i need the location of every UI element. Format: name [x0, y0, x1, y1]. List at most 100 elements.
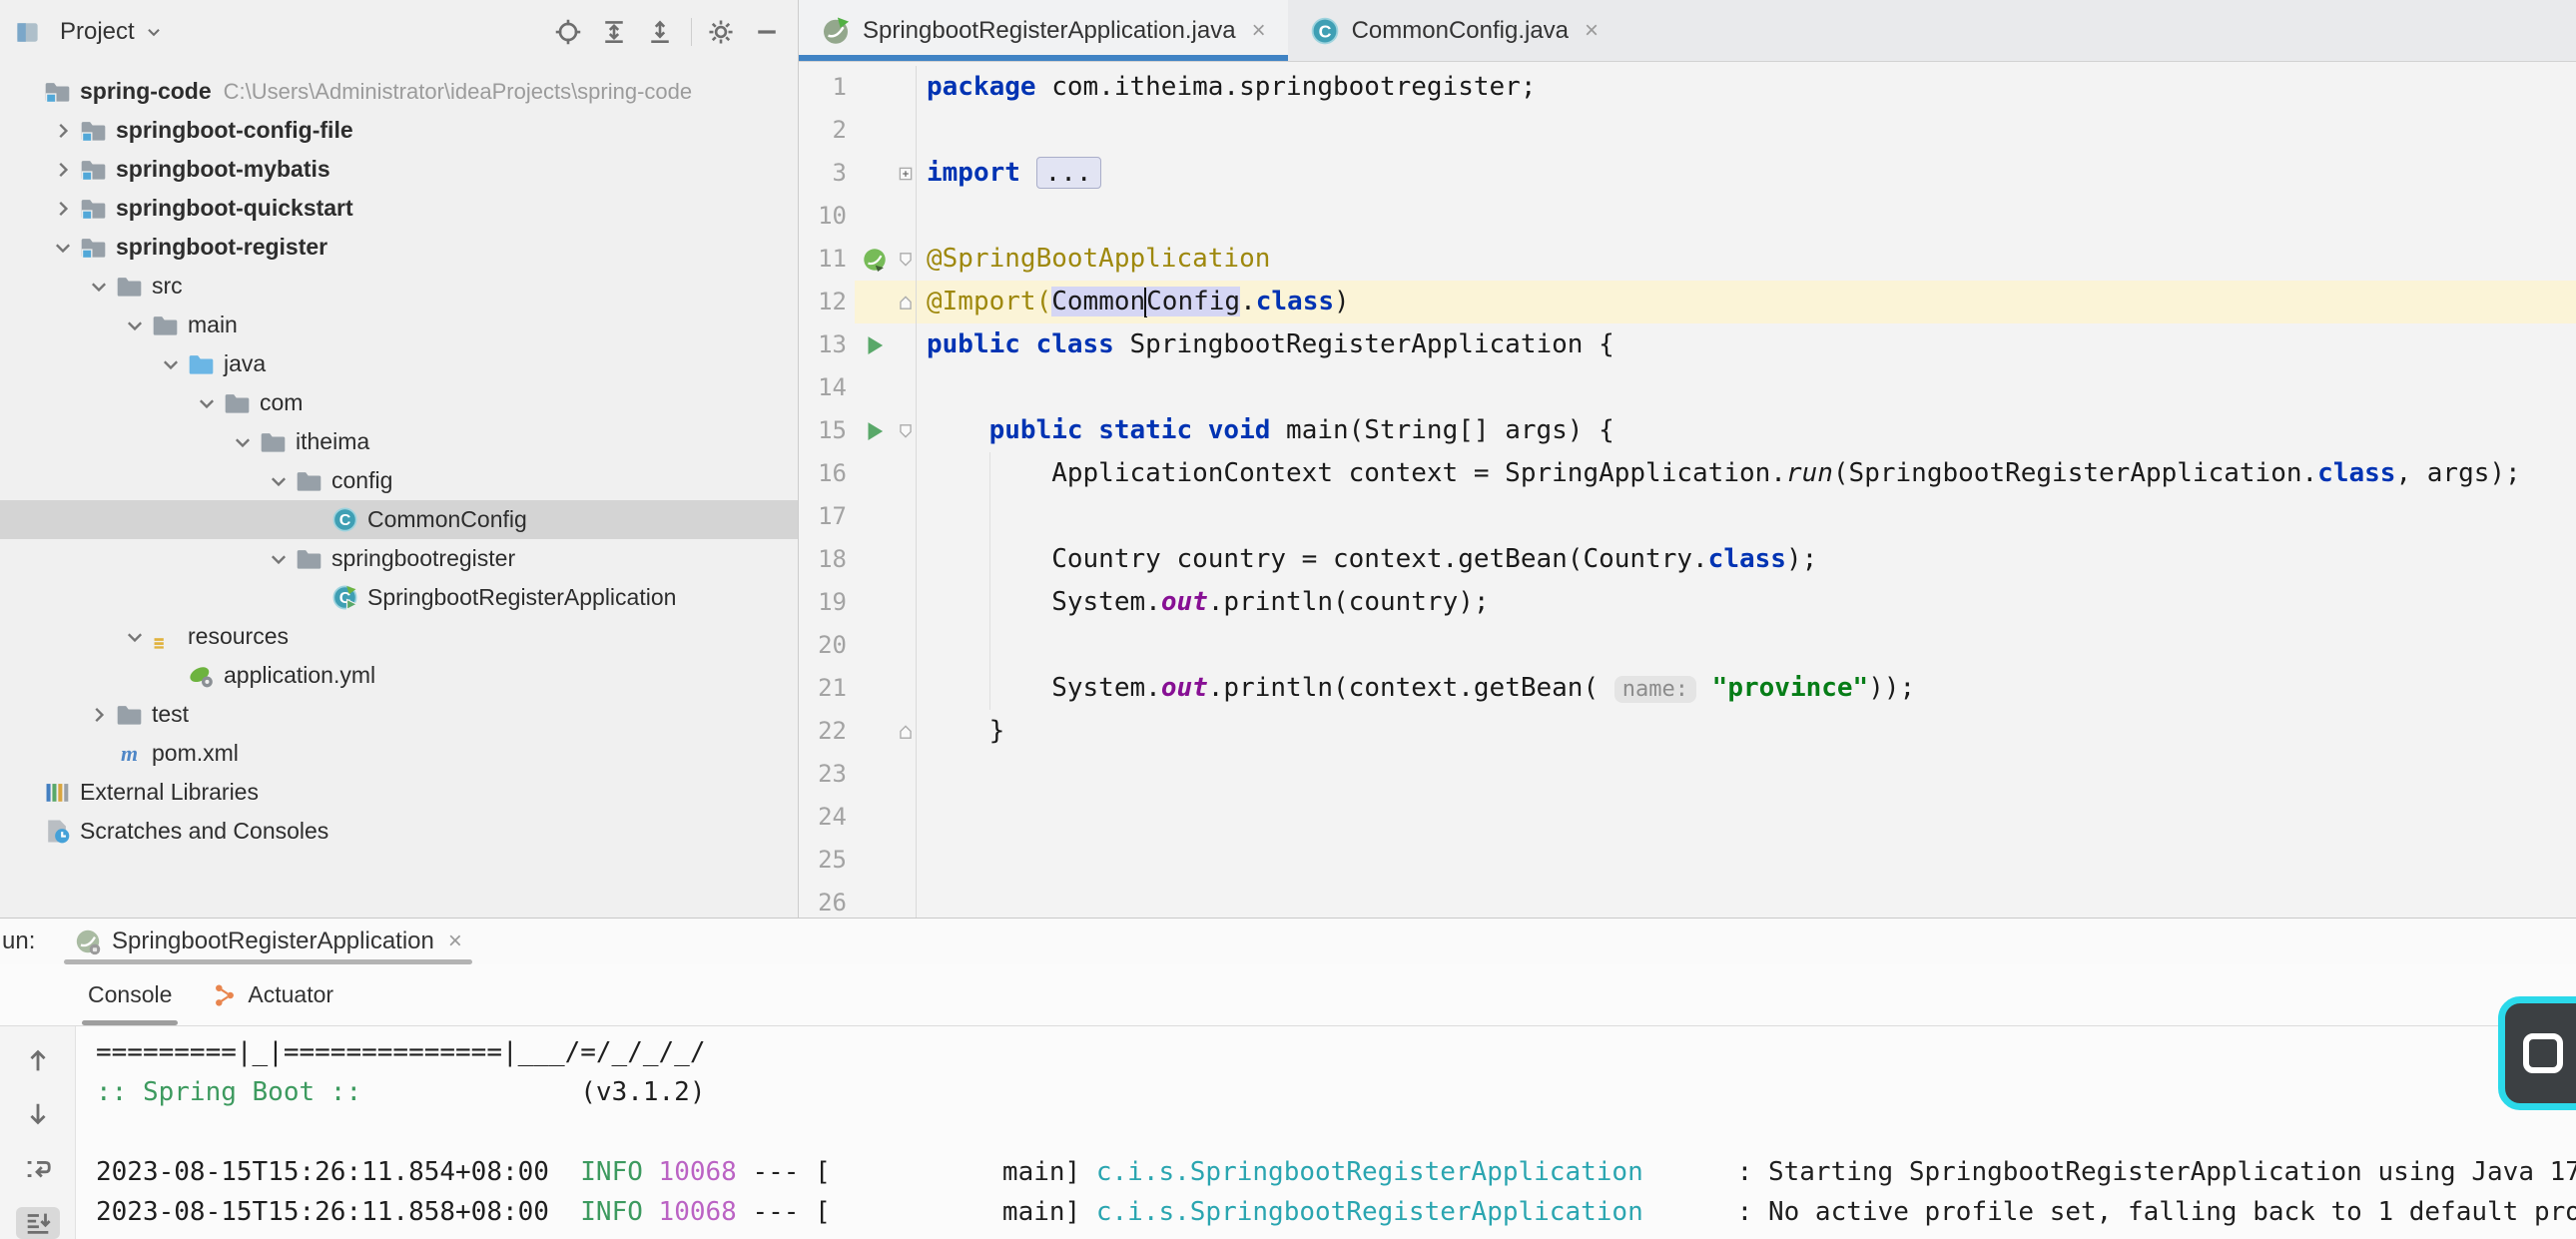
code-line-22[interactable]: 22 }	[799, 710, 2576, 753]
editor-area: SpringbootRegisterApplication.java×CComm…	[799, 0, 2576, 918]
code-line-12[interactable]: 12@Import(CommonConfig.class)	[799, 281, 2576, 323]
soft-wrap-icon[interactable]	[16, 1153, 60, 1185]
fold-marker-icon[interactable]	[895, 281, 917, 323]
fold-marker-icon[interactable]	[895, 152, 917, 195]
maven-icon: m	[114, 740, 144, 767]
tree-item-scratches-and-consoles[interactable]: Scratches and Consoles	[0, 812, 798, 851]
tree-item-springboot-quickstart[interactable]: springboot-quickstart	[0, 189, 798, 228]
tree-item-config[interactable]: config	[0, 461, 798, 500]
chevron-down-icon[interactable]	[84, 276, 114, 298]
editor-tab-commonconfig-java[interactable]: CCommonConfig.java×	[1288, 0, 1620, 61]
project-view-switcher[interactable]: Project	[12, 18, 163, 46]
tree-item-test[interactable]: test	[0, 695, 798, 734]
close-icon[interactable]: ×	[1581, 17, 1599, 45]
tab-actuator[interactable]: Actuator	[212, 964, 333, 1025]
code-line-10[interactable]: 10	[799, 195, 2576, 238]
chevron-down-icon[interactable]	[228, 431, 258, 453]
code-line-25[interactable]: 25	[799, 839, 2576, 882]
fold-strip	[895, 882, 917, 918]
code-line-21[interactable]: 21 System.out.println(context.getBean( n…	[799, 667, 2576, 710]
screen-overlay-button[interactable]	[2498, 996, 2576, 1110]
code-line-1[interactable]: 1package com.itheima.springbootregister;	[799, 66, 2576, 109]
chevron-right-icon[interactable]	[48, 159, 78, 181]
tree-item-springboot-register[interactable]: springboot-register	[0, 228, 798, 267]
spring-bean-icon[interactable]	[855, 238, 895, 281]
tree-item-itheima[interactable]: itheima	[0, 422, 798, 461]
chevron-down-icon[interactable]	[120, 626, 150, 648]
line-number: 2	[799, 109, 855, 152]
tree-item-main[interactable]: main	[0, 306, 798, 344]
chevron-right-icon[interactable]	[48, 198, 78, 220]
chevron-right-icon[interactable]	[48, 120, 78, 142]
code-line-14[interactable]: 14	[799, 366, 2576, 409]
chevron-down-icon[interactable]	[264, 548, 294, 570]
run-button-icon[interactable]	[855, 323, 895, 366]
fold-marker-icon[interactable]	[895, 409, 917, 452]
close-icon[interactable]: ×	[1248, 17, 1266, 45]
select-opened-file-icon[interactable]	[551, 15, 585, 49]
run-button-icon[interactable]	[855, 409, 895, 452]
down-arrow-icon[interactable]	[16, 1098, 60, 1130]
chevron-down-icon[interactable]	[192, 392, 222, 414]
editor-tab-springbootregisterapplication-java[interactable]: SpringbootRegisterApplication.java×	[799, 0, 1288, 61]
chevron-down-icon[interactable]	[120, 314, 150, 336]
code-line-24[interactable]: 24	[799, 796, 2576, 839]
code-line-2[interactable]: 2	[799, 109, 2576, 152]
gutter-spacer	[855, 538, 895, 581]
settings-gear-icon[interactable]	[704, 15, 738, 49]
collapse-all-icon[interactable]	[643, 15, 677, 49]
fold-marker-icon[interactable]	[895, 238, 917, 281]
tree-item-springbootregisterapplication[interactable]: CSpringbootRegisterApplication	[0, 578, 798, 617]
chevron-down-icon[interactable]	[48, 237, 78, 259]
tree-item-application-yml[interactable]: application.yml	[0, 656, 798, 695]
run-panel-content: =========|_|==============|___/=/_/_/_/:…	[0, 1026, 2576, 1239]
tab-console[interactable]: Console	[88, 964, 172, 1025]
code-text: ApplicationContext context = SpringAppli…	[917, 452, 2521, 495]
scroll-to-end-icon[interactable]	[16, 1207, 60, 1239]
up-arrow-icon[interactable]	[16, 1044, 60, 1076]
gutter-spacer	[855, 109, 895, 152]
chevron-right-icon[interactable]	[84, 704, 114, 726]
fold-strip	[895, 538, 917, 581]
code-line-26[interactable]: 26	[799, 882, 2576, 918]
code-line-20[interactable]: 20	[799, 624, 2576, 667]
code-line-23[interactable]: 23	[799, 753, 2576, 796]
tree-item-springboot-mybatis[interactable]: springboot-mybatis	[0, 150, 798, 189]
line-number: 16	[799, 452, 855, 495]
tree-item-resources[interactable]: path d="M1 4q0-1 1-1h4l1.5 2H14q1 0 1 1v…	[0, 617, 798, 656]
code-line-16[interactable]: 16 ApplicationContext context = SpringAp…	[799, 452, 2576, 495]
tree-item-com[interactable]: com	[0, 383, 798, 422]
line-number: 13	[799, 323, 855, 366]
gutter-spacer	[855, 366, 895, 409]
tree-item-spring-code[interactable]: spring-codeC:\Users\Administrator\ideaPr…	[0, 72, 798, 111]
tree-item-src[interactable]: src	[0, 267, 798, 306]
tree-item-label: springboot-register	[116, 234, 327, 261]
tree-item-java[interactable]: java	[0, 344, 798, 383]
tree-item-springboot-config-file[interactable]: springboot-config-file	[0, 111, 798, 150]
line-number: 19	[799, 581, 855, 624]
hide-panel-icon[interactable]	[750, 15, 784, 49]
fold-marker-icon[interactable]	[895, 710, 917, 753]
fold-strip	[895, 495, 917, 538]
code-line-3[interactable]: 3import ...	[799, 152, 2576, 195]
close-icon[interactable]: ×	[444, 928, 462, 955]
code-line-15[interactable]: 15 public static void main(String[] args…	[799, 409, 2576, 452]
code-line-13[interactable]: 13public class SpringbootRegisterApplica…	[799, 323, 2576, 366]
tree-item-pom-xml[interactable]: mpom.xml	[0, 734, 798, 773]
code-line-19[interactable]: 19 System.out.println(country);	[799, 581, 2576, 624]
chevron-down-icon[interactable]	[156, 353, 186, 375]
folder-resources-icon: path d="M1 4q0-1 1-1h4l1.5 2H14q1 0 1 1v…	[150, 623, 180, 650]
code-line-11[interactable]: 11@SpringBootApplication	[799, 238, 2576, 281]
chevron-down-icon[interactable]	[264, 470, 294, 492]
tree-item-commonconfig[interactable]: CCommonConfig	[0, 500, 798, 539]
tree-item-springbootregister[interactable]: springbootregister	[0, 539, 798, 578]
expand-all-icon[interactable]	[597, 15, 631, 49]
code-line-17[interactable]: 17	[799, 495, 2576, 538]
code-editor[interactable]: 1package com.itheima.springbootregister;…	[799, 62, 2576, 918]
code-text	[917, 495, 927, 538]
run-configuration-tab[interactable]: SpringbootRegisterApplication×	[60, 919, 476, 964]
code-line-18[interactable]: 18 Country country = context.getBean(Cou…	[799, 538, 2576, 581]
tree-item-label: CommonConfig	[367, 506, 527, 533]
tree-item-label: resources	[188, 623, 289, 650]
tree-item-external-libraries[interactable]: External Libraries	[0, 773, 798, 812]
